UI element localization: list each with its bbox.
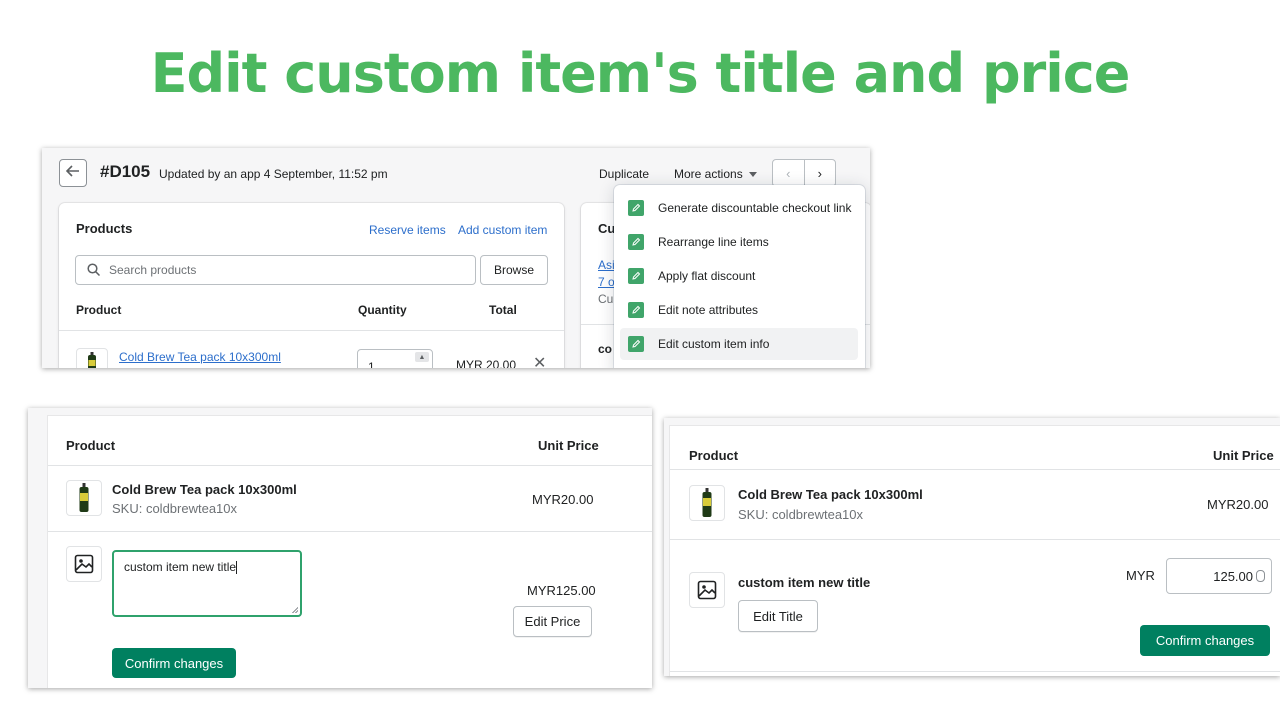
more-actions-menu: Generate discountable checkout link Rear… <box>614 185 865 368</box>
custom-item-title: custom item new title <box>738 575 871 590</box>
image-placeholder-icon <box>689 572 725 608</box>
col-quantity: Quantity <box>358 303 407 317</box>
price-input-value: 125.00 <box>1213 569 1253 584</box>
products-title: Products <box>76 221 133 236</box>
text-cursor <box>236 561 238 575</box>
edit-price-screenshot: Product Unit Price Cold Brew Tea pack 10… <box>664 418 1280 676</box>
more-actions-button[interactable]: More actions <box>674 167 757 181</box>
browse-button[interactable]: Browse <box>480 255 548 285</box>
col-unit-price: Unit Price <box>1213 448 1274 463</box>
confirm-changes-button[interactable]: Confirm changes <box>112 648 236 678</box>
quantity-input[interactable]: 1 ▲ <box>357 349 433 368</box>
menu-item-label: Edit note attributes <box>658 303 759 317</box>
more-actions-label: More actions <box>674 167 743 181</box>
arrow-left-icon <box>65 164 80 182</box>
product-price: MYR20.00 <box>532 492 594 507</box>
resize-handle-icon[interactable] <box>292 607 298 613</box>
page-headline: Edit custom item's title and price <box>150 42 1131 105</box>
edit-price-button[interactable]: Edit Price <box>513 606 592 637</box>
search-icon <box>87 263 101 277</box>
divider <box>670 671 1280 672</box>
divider <box>670 539 1280 540</box>
product-name: Cold Brew Tea pack 10x300ml <box>738 487 923 502</box>
search-products-input[interactable]: Search products <box>75 255 476 285</box>
divider <box>48 531 652 532</box>
menu-item-edit-note-attributes[interactable]: Edit note attributes <box>620 294 858 326</box>
caret-down-icon <box>748 172 757 178</box>
menu-item-label: Edit custom item info <box>658 337 770 351</box>
order-updated-text: Updated by an app 4 September, 11:52 pm <box>159 167 388 181</box>
orders-link[interactable]: 7 o <box>598 275 615 289</box>
stepper-up-icon[interactable]: ▲ <box>415 352 429 362</box>
product-name: Cold Brew Tea pack 10x300ml <box>112 482 297 497</box>
col-unit-price: Unit Price <box>538 438 599 453</box>
menu-item-edit-custom-item-info[interactable]: Edit custom item info <box>620 328 858 360</box>
order-edit-screenshot: #D105 Updated by an app 4 September, 11:… <box>42 148 870 368</box>
col-product: Product <box>66 438 116 453</box>
quantity-value: 1 <box>368 360 375 368</box>
product-sku: SKU: coldbrewtea10x <box>112 501 238 516</box>
remove-item-icon[interactable]: ✕ <box>533 353 546 368</box>
customer-link[interactable]: Asi <box>598 258 615 272</box>
customer-title: Cu <box>598 221 616 236</box>
menu-item-rearrange-line-items[interactable]: Rearrange line items <box>620 226 858 258</box>
product-thumbnail <box>76 348 108 368</box>
product-price: MYR20.00 <box>1207 497 1269 512</box>
custom-item-title-input[interactable]: custom item new title <box>112 550 302 617</box>
menu-item-apply-flat-discount[interactable]: Apply flat discount <box>620 260 858 292</box>
product-thumbnail <box>689 485 725 521</box>
custom-item-price: MYR125.00 <box>527 583 596 598</box>
duplicate-button[interactable]: Duplicate <box>599 167 649 181</box>
app-edit-icon <box>628 336 644 352</box>
edit-title-screenshot: Product Unit Price Cold Brew Tea pack 10… <box>28 408 652 688</box>
order-number: #D105 <box>100 162 151 181</box>
add-custom-item-link[interactable]: Add custom item <box>458 223 547 237</box>
currency-prefix: MYR <box>1126 568 1155 583</box>
app-edit-icon <box>628 268 644 284</box>
app-edit-icon <box>628 234 644 250</box>
price-input[interactable]: 125.00 <box>1166 558 1272 594</box>
edit-title-button[interactable]: Edit Title <box>738 600 818 632</box>
customer-text: Cu <box>598 292 614 306</box>
menu-item-generate-checkout-link[interactable]: Generate discountable checkout link <box>620 192 858 224</box>
divider <box>48 465 652 466</box>
divider <box>59 330 564 331</box>
reserve-items-link[interactable]: Reserve items <box>369 223 446 237</box>
back-button[interactable] <box>59 159 87 187</box>
product-link[interactable]: Cold Brew Tea pack 10x300ml <box>119 350 281 364</box>
products-card: Products Reserve items Add custom item S… <box>59 203 564 368</box>
col-total: Total <box>489 303 517 317</box>
chevron-left-icon[interactable]: ‹ <box>773 160 805 186</box>
custom-item-card: Product Unit Price Cold Brew Tea pack 10… <box>670 426 1280 676</box>
order-pager: ‹ › <box>772 159 836 187</box>
custom-item-card: Product Unit Price Cold Brew Tea pack 10… <box>48 416 652 688</box>
col-product: Product <box>689 448 739 463</box>
line-total: MYR 20.00 <box>456 358 517 368</box>
menu-item-label: Apply flat discount <box>658 269 756 283</box>
divider <box>670 469 1280 470</box>
col-product: Product <box>76 303 122 317</box>
menu-item-label: Rearrange line items <box>658 235 769 249</box>
stepper-icon[interactable] <box>1256 570 1265 582</box>
image-placeholder-icon <box>66 546 102 582</box>
product-thumbnail <box>66 480 102 516</box>
contact-heading: co <box>598 342 613 356</box>
title-input-value: custom item new title <box>124 560 237 574</box>
chevron-right-icon[interactable]: › <box>805 160 836 186</box>
app-edit-icon <box>628 200 644 216</box>
menu-item-label: Generate discountable checkout link <box>658 201 852 215</box>
app-edit-icon <box>628 302 644 318</box>
confirm-changes-button[interactable]: Confirm changes <box>1140 625 1270 656</box>
search-placeholder: Search products <box>109 263 197 277</box>
product-sku: SKU: coldbrewtea10x <box>738 507 864 522</box>
